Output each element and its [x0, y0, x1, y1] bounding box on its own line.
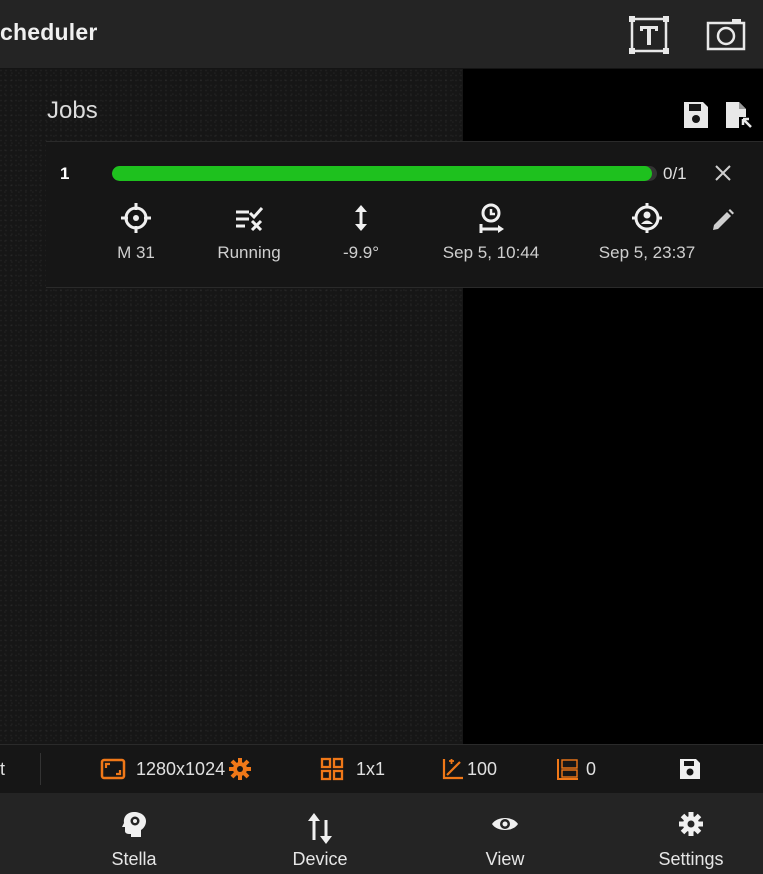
binning-setting[interactable]: 1x1: [320, 756, 385, 782]
job-status: Running: [184, 202, 314, 263]
text-mode-button[interactable]: [628, 15, 670, 55]
nav-label-settings: Settings: [658, 849, 724, 869]
start-time-icon: [479, 203, 504, 233]
target-person-icon: [632, 203, 662, 233]
offset-icon: [557, 759, 578, 780]
gain-setting[interactable]: 100: [441, 756, 497, 782]
page-title: cheduler: [0, 19, 98, 45]
nav-item-device[interactable]: Device: [255, 810, 385, 870]
gain-value: 100: [467, 758, 498, 779]
nav-item-settings[interactable]: Settings: [626, 810, 756, 870]
pencil-icon: [713, 209, 734, 230]
text-box-icon: [629, 16, 669, 54]
status-divider: [40, 753, 41, 785]
list-status-icon: [236, 207, 264, 232]
resolution-value: 1280x1024: [136, 758, 226, 779]
device-arrows-icon: [308, 813, 332, 844]
job-index: 1: [60, 164, 70, 183]
save-icon: [680, 759, 700, 779]
gear-icon: [679, 812, 703, 836]
jobs-title: Jobs: [47, 97, 98, 124]
job-altitude: -9.9°: [296, 202, 426, 263]
load-file-icon: [726, 102, 752, 128]
job-target: M 31: [71, 202, 201, 263]
job-progress-text: 0/1: [663, 164, 687, 183]
nav-item-view[interactable]: View: [440, 810, 570, 870]
load-jobs-button[interactable]: [724, 100, 752, 130]
job-end-label: Sep 5, 23:37: [598, 243, 696, 262]
job-start-label: Sep 5, 10:44: [442, 243, 540, 262]
binning-value: 1x1: [356, 758, 386, 779]
gain-icon: [442, 759, 463, 780]
camera-status-bar: t 1280x1024 1x1 100 0: [0, 744, 763, 794]
nav-item-stella[interactable]: Stella: [69, 810, 199, 870]
nav-label-view: View: [485, 849, 525, 869]
offset-setting[interactable]: 0: [556, 756, 596, 782]
status-left-text: t: [0, 758, 6, 779]
job-target-label: M 31: [117, 243, 155, 262]
nav-label-stella: Stella: [111, 849, 157, 869]
camera-frame-button[interactable]: [705, 15, 747, 55]
frame-size-icon: [100, 758, 126, 780]
top-app-bar: cheduler: [0, 0, 763, 69]
job-altitude-label: -9.9°: [342, 243, 380, 262]
job-card[interactable]: 1 0/1 M 31 Running -9.9° Sep 5, 10:44 Se…: [46, 141, 763, 288]
job-progress-bar: [112, 166, 657, 181]
crosshair-icon: [121, 203, 151, 233]
save-jobs-button[interactable]: [682, 100, 710, 130]
offset-value: 0: [586, 758, 597, 779]
job-end-time: Sep 5, 23:37: [582, 202, 712, 263]
close-icon: [715, 165, 731, 181]
resolution-setting[interactable]: 1280x1024: [100, 756, 253, 782]
job-status-label: Running: [217, 243, 281, 262]
nav-label-device: Device: [292, 849, 348, 869]
bottom-navigation: Stella Device View Settings: [0, 793, 763, 874]
binning-grid-icon: [320, 757, 344, 781]
camera-frame-icon: [706, 19, 746, 51]
job-progress-fill: [112, 166, 652, 181]
edit-job-button[interactable]: [710, 207, 736, 233]
altitude-arrows-icon: [355, 205, 367, 231]
stella-head-icon: [122, 812, 146, 837]
gear-icon: [229, 758, 252, 780]
eye-icon: [492, 818, 518, 830]
remove-job-button[interactable]: [711, 161, 735, 185]
save-settings-button[interactable]: [678, 756, 702, 782]
save-icon: [684, 102, 708, 128]
job-start-time: Sep 5, 10:44: [426, 202, 556, 263]
